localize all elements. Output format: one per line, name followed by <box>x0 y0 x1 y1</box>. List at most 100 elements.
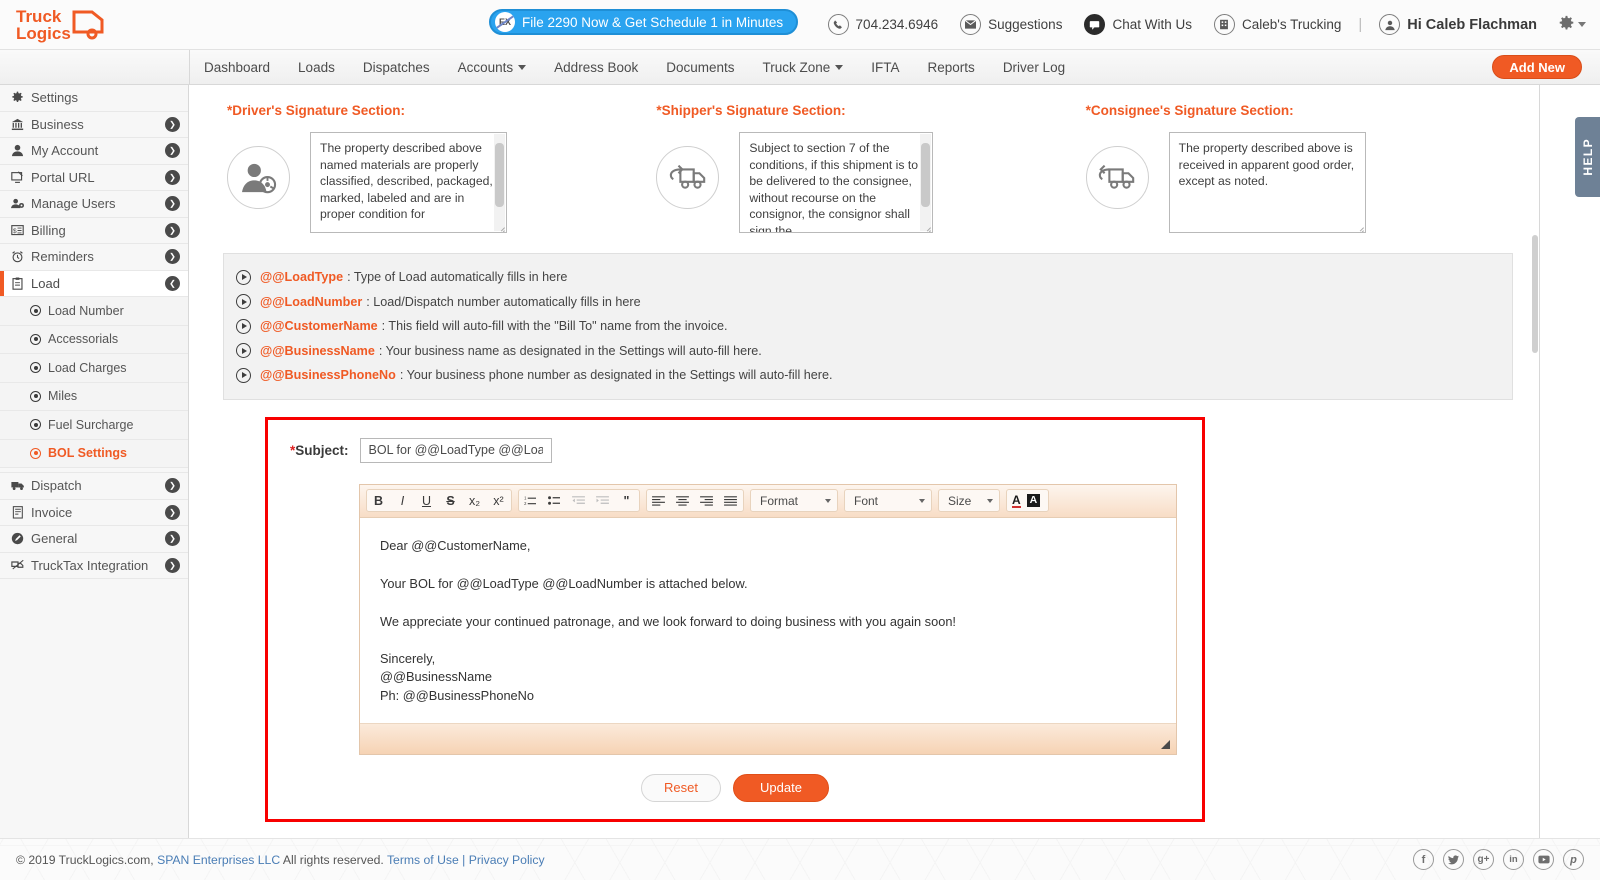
blockquote-button[interactable]: " <box>615 490 639 511</box>
sidebar-subitem-miles[interactable]: Miles <box>0 382 188 411</box>
svg-text:Logics: Logics <box>16 24 71 43</box>
ordered-list-icon[interactable]: 12 <box>519 490 543 511</box>
phone-item[interactable]: 704.234.6946 <box>817 14 950 35</box>
youtube-icon[interactable] <box>1533 849 1554 870</box>
footer-terms-link[interactable]: Terms of Use <box>387 853 459 867</box>
sidebar-item-portal-url[interactable]: Portal URL ❯ <box>0 164 188 191</box>
trucklogics-logo[interactable]: Truck Logics <box>14 4 124 46</box>
play-icon[interactable] <box>236 294 251 310</box>
promo-banner-2290[interactable]: EX File 2290 Now & Get Schedule 1 in Min… <box>489 9 799 35</box>
chevron-down-icon <box>919 498 925 503</box>
reset-button[interactable]: Reset <box>641 773 722 802</box>
format-select[interactable]: Format <box>750 489 838 512</box>
chat-item[interactable]: Chat With Us <box>1073 14 1203 35</box>
top-header-right: 704.234.6946 Suggestions Chat With Us Ca… <box>817 14 1586 35</box>
sidebar-subitem-load-charges[interactable]: Load Charges <box>0 354 188 383</box>
radio-icon <box>30 333 41 345</box>
sidebar-item-my-account[interactable]: My Account ❯ <box>0 138 188 165</box>
nav-item-dashboard[interactable]: Dashboard <box>190 60 284 75</box>
textarea-scrollbar[interactable] <box>920 134 932 231</box>
google-plus-icon[interactable]: g+ <box>1473 849 1494 870</box>
superscript-button[interactable]: x² <box>487 490 511 511</box>
nav-item-reports[interactable]: Reports <box>914 60 989 75</box>
consignee-signature-textarea[interactable]: The property described above is received… <box>1168 132 1366 233</box>
editor-content-area[interactable]: Dear @@CustomerName, Your BOL for @@Load… <box>360 517 1176 723</box>
nav-item-dispatches[interactable]: Dispatches <box>349 60 444 75</box>
help-tab[interactable]: HELP <box>1575 117 1600 197</box>
nav-item-truck-zone[interactable]: Truck Zone <box>749 60 858 75</box>
textarea-resize-handle[interactable] <box>1355 222 1364 231</box>
italic-button[interactable]: I <box>391 490 415 511</box>
sidebar-item-billing[interactable]: $ Billing ❯ <box>0 217 188 244</box>
outdent-icon[interactable] <box>567 490 591 511</box>
nav-item-address-book[interactable]: Address Book <box>540 60 652 75</box>
subject-input[interactable] <box>359 437 552 463</box>
align-justify-icon[interactable] <box>719 490 743 511</box>
shipper-signature-textarea[interactable]: Subject to section 7 of the conditions, … <box>739 132 934 233</box>
suggestions-item[interactable]: Suggestions <box>949 14 1073 35</box>
align-left-icon[interactable] <box>647 490 671 511</box>
settings-menu-button[interactable] <box>1548 15 1586 35</box>
main-scrollbar[interactable] <box>1531 85 1539 880</box>
update-button[interactable]: Update <box>733 773 829 802</box>
bold-label: B <box>373 493 384 508</box>
align-right-icon[interactable] <box>695 490 719 511</box>
play-icon[interactable] <box>236 367 251 383</box>
nav-item-driver-log[interactable]: Driver Log <box>989 60 1079 75</box>
background-color-button[interactable]: A <box>1026 494 1041 507</box>
top-header-bar: Truck Logics EX File 2290 Now & Get Sche… <box>0 0 1600 50</box>
indent-icon[interactable] <box>591 490 615 511</box>
footer-company-link[interactable]: SPAN Enterprises LLC <box>157 853 280 867</box>
editor-resize-handle[interactable] <box>1161 739 1170 749</box>
sidebar-item-manage-users[interactable]: Manage Users ❯ <box>0 191 188 218</box>
consignee-truck-icon <box>1085 146 1149 209</box>
sidebar-item-dispatch[interactable]: Dispatch ❯ <box>0 473 188 500</box>
play-icon[interactable] <box>236 269 251 285</box>
sidebar-subitem-bol-settings[interactable]: BOL Settings <box>0 439 188 468</box>
legend-variable: @@BusinessName <box>260 343 375 358</box>
play-icon[interactable] <box>236 343 251 359</box>
footer-privacy-link[interactable]: Privacy Policy <box>469 853 545 867</box>
nav-item-accounts[interactable]: Accounts <box>444 60 541 75</box>
svg-text:$: $ <box>13 228 17 235</box>
twitter-icon[interactable] <box>1443 849 1464 870</box>
user-item[interactable]: Hi Caleb Flachman <box>1368 14 1548 35</box>
bulleted-list-icon[interactable] <box>543 490 567 511</box>
radio-icon <box>30 305 41 317</box>
page-body: Settings Business ❯ My Account ❯ Portal … <box>0 85 1600 880</box>
subscript-label: x₂ <box>468 493 481 508</box>
sidebar-item-settings[interactable]: Settings <box>0 85 188 112</box>
nav-item-loads[interactable]: Loads <box>284 60 349 75</box>
textarea-resize-handle[interactable] <box>496 222 505 231</box>
subscript-button[interactable]: x₂ <box>463 490 487 511</box>
sidebar-item-business[interactable]: Business ❯ <box>0 111 188 138</box>
sidebar-item-trucktax-integration[interactable]: TruckTax Integration ❯ <box>0 552 188 579</box>
nav-item-ifta[interactable]: IFTA <box>857 60 913 75</box>
play-icon[interactable] <box>236 318 251 334</box>
sidebar-item-reminders[interactable]: Reminders ❯ <box>0 244 188 271</box>
pinterest-icon[interactable]: p <box>1563 849 1584 870</box>
strikethrough-button[interactable]: S <box>439 490 463 511</box>
font-select[interactable]: Font <box>844 489 932 512</box>
textarea-resize-handle[interactable] <box>922 222 931 231</box>
sidebar-item-general[interactable]: General ❯ <box>0 526 188 553</box>
align-center-icon[interactable] <box>671 490 695 511</box>
nav-item-documents[interactable]: Documents <box>652 60 748 75</box>
chevron-down-icon <box>518 64 527 70</box>
sidebar-subitem-load-number[interactable]: Load Number <box>0 297 188 326</box>
sidebar-item-invoice[interactable]: Invoice ❯ <box>0 499 188 526</box>
bold-button[interactable]: B <box>367 490 391 511</box>
facebook-icon[interactable]: f <box>1413 849 1434 870</box>
sidebar-item-load[interactable]: Load ❮ <box>0 270 188 297</box>
driver-signature-textarea[interactable]: The property described above named mater… <box>310 132 507 233</box>
textarea-scrollbar[interactable] <box>494 134 505 231</box>
underline-button[interactable]: U <box>415 490 439 511</box>
avatar <box>1379 14 1401 35</box>
size-select[interactable]: Size <box>938 489 1000 512</box>
company-item[interactable]: Caleb's Trucking <box>1203 14 1352 35</box>
sidebar-subitem-fuel-surcharge[interactable]: Fuel Surcharge <box>0 411 188 440</box>
linkedin-icon[interactable]: in <box>1503 849 1524 870</box>
add-new-button[interactable]: Add New <box>1492 55 1582 79</box>
sidebar-subitem-accessorials[interactable]: Accessorials <box>0 325 188 354</box>
text-color-button[interactable]: A <box>1012 494 1021 508</box>
